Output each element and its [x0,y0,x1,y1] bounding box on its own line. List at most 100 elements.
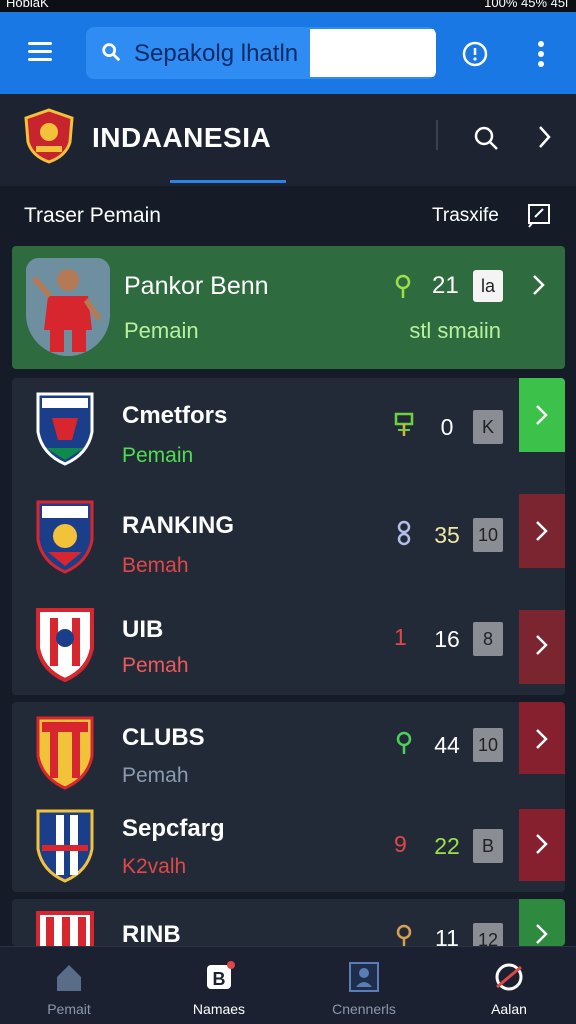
club-crest-icon [36,911,94,946]
row-stat: 0 [440,414,454,440]
nav-label: Pemait [47,1001,91,1017]
chevron-right-icon [536,521,548,541]
bottom-nav: Pemait B Namaes Cnennerls Aalan [0,946,576,1024]
row-badge: 8 [473,622,503,656]
chevron-right-icon [536,729,548,749]
featured-player-card[interactable]: Pankor Benn Pemain 21 la stl smaiin [12,246,565,369]
row-badge: 10 [473,518,503,552]
player-name: Pankor Benn [124,272,269,300]
position-icon [396,731,412,754]
status-left: HoblaK [6,0,49,10]
player-photo [26,258,110,356]
row-action-button[interactable] [519,494,565,568]
app-bar: Sepakolg lhatln [0,12,576,94]
team-icon [349,962,379,992]
tab-indicator [170,180,286,183]
chevron-right-icon [536,405,548,425]
row-action-button[interactable] [519,610,565,684]
chevron-right-icon [536,635,548,655]
nav-item-namaes[interactable]: B Namaes [164,961,274,1021]
section-title: Traser Pemain [24,204,161,227]
list-item[interactable]: UIB Pemah 1 16 8 [12,590,565,695]
row-subtitle: Pemah [122,654,189,677]
club-crest-icon [36,608,94,682]
status-bar: HoblaK 100% 45% 45l [0,0,576,12]
status-right: 100% 45% 45l [484,0,568,10]
club-crest-icon [36,809,94,883]
row-stat: 11 [435,925,459,946]
player-right-subtitle: stl smaiin [409,318,501,343]
search-icon [102,43,121,62]
row-badge: 12 [473,923,503,946]
info-icon[interactable] [461,40,489,68]
section-action[interactable]: Trasxife [432,205,499,227]
notification-icon: B [207,961,235,989]
player-subtitle: Pemain [124,318,199,343]
row-stat-prefix: 9 [394,831,407,857]
row-action-button[interactable] [519,809,565,881]
chevron-right-icon [536,924,548,944]
row-action-button[interactable] [519,378,565,452]
position-icon [396,924,412,946]
chevron-right-icon [536,834,548,854]
row-stat: 22 [434,833,460,859]
player-stat: 21 [432,272,459,299]
search-icon[interactable] [472,124,500,152]
team-header: INDAANESIA [0,94,576,186]
row-action-button[interactable] [519,899,565,946]
search-highlight [310,29,436,77]
chevron-right-icon[interactable] [536,124,552,150]
nav-label: Aalan [491,1001,527,1017]
list-item[interactable]: RANKING Bemah 35 10 [12,484,565,590]
nav-item-pemait[interactable]: Pemait [14,961,124,1021]
chevron-right-icon[interactable] [532,274,546,296]
row-title: Cmetfors [122,402,228,429]
row-subtitle: Pemain [122,444,194,467]
list-item[interactable]: Cmetfors Pemain 0 K [12,378,565,484]
edit-icon[interactable] [526,202,552,228]
row-title: RINB [122,921,181,946]
row-badge: B [473,829,503,863]
row-title: CLUBS [122,724,205,751]
row-stat-prefix: 1 [394,624,407,650]
nav-label: Namaes [192,1001,246,1017]
row-subtitle: K2valh [122,855,187,878]
divider [436,120,438,150]
row-title: UIB [122,616,164,643]
list-item[interactable]: RINB 11 12 [12,899,565,946]
row-stat: 35 [434,522,460,548]
nav-label: Cnennerls [332,1001,396,1017]
club-group-3: RINB 11 12 [12,899,565,946]
row-subtitle: Pemah [122,764,189,787]
menu-icon[interactable] [28,42,52,62]
row-title: Sepcfarg [122,815,225,842]
team-logo [24,108,74,164]
position-icon [397,520,411,546]
club-crest-icon [36,716,94,790]
nav-item-cnennerls[interactable]: Cnennerls [309,961,419,1021]
home-icon [57,965,81,991]
search-input[interactable]: Sepakolg lhatln [86,27,436,79]
list-item[interactable]: Sepcfarg K2valh 9 22 B [12,797,565,892]
row-stat: 44 [434,732,460,758]
list-item[interactable]: CLUBS Pemah 44 10 [12,702,565,797]
player-avatar-icon [26,258,110,356]
club-crest-icon [36,500,94,574]
club-group-2: CLUBS Pemah 44 10 Sepcfarg K2valh 9 22 B [12,702,565,892]
club-group-1: Cmetfors Pemain 0 K RANKING Bemah 35 10 [12,378,565,695]
row-action-button[interactable] [519,702,565,774]
position-icon [394,412,414,436]
row-badge: K [473,410,503,444]
more-icon[interactable] [531,39,551,69]
position-icon [395,274,411,298]
player-badge: la [473,270,503,302]
row-badge: 10 [473,728,503,762]
row-stat: 16 [434,626,460,652]
nav-item-aalan[interactable]: Aalan [454,961,564,1021]
svg-text:B: B [213,969,226,989]
row-subtitle: Bemah [122,554,189,577]
search-value: Sepakolg lhatln [134,40,299,67]
club-crest-icon [36,392,94,466]
logo-icon [495,963,523,991]
row-title: RANKING [122,512,234,539]
